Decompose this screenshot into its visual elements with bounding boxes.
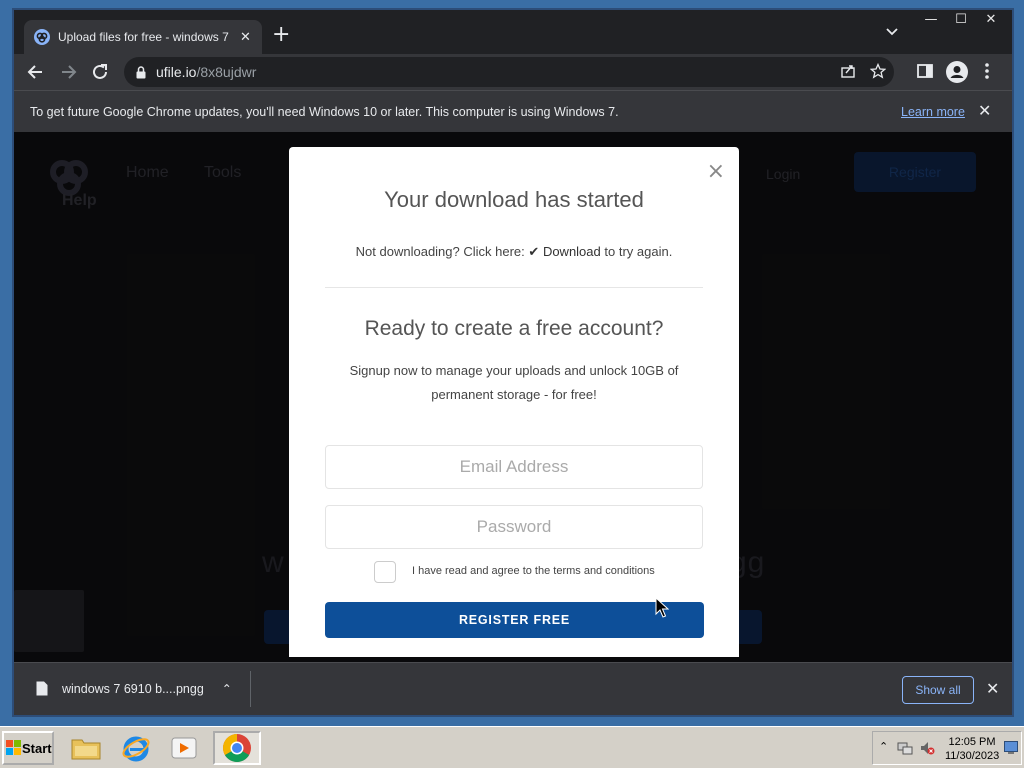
bookmark-star-icon[interactable] (870, 63, 886, 79)
reload-icon[interactable] (90, 62, 110, 82)
share-icon[interactable] (840, 63, 856, 79)
show-all-button[interactable]: Show all (902, 676, 974, 704)
downloads-close-icon[interactable]: ✕ (986, 679, 999, 698)
network-icon[interactable] (897, 740, 913, 756)
modal-close-icon[interactable]: × (707, 159, 725, 184)
chevron-up-icon[interactable]: ⌃ (222, 682, 232, 696)
downloads-bar: windows 7 6910 b....pngg ⌃ Show all ✕ (14, 662, 1012, 715)
infobar-message: To get future Google Chrome updates, you… (30, 104, 619, 119)
tab-close-icon[interactable]: ✕ (240, 30, 251, 45)
clock-time: 12:05 PM (948, 736, 996, 748)
signup-modal: × Your download has started Not download… (289, 147, 739, 657)
download-note: Not downloading? Click here: ✔ Download … (289, 244, 739, 260)
terms-checkbox[interactable] (374, 561, 396, 583)
url-path: /8x8ujdwr (196, 64, 257, 80)
taskbar-clock[interactable]: 12:05 PM 11/30/2023 (945, 735, 999, 763)
download-file-name: windows 7 6910 b....pngg (62, 681, 204, 696)
chrome-icon (223, 734, 251, 762)
browser-window: Upload files for free - windows 7 6910 b… (12, 8, 1014, 717)
more-menu-icon[interactable] (984, 62, 990, 80)
ie-taskbar-button[interactable] (116, 731, 156, 765)
chrome-taskbar-button[interactable] (213, 731, 261, 765)
show-hidden-icons-icon[interactable]: ⌃ (879, 740, 888, 753)
password-input[interactable] (325, 505, 703, 549)
forward-arrow-icon[interactable] (58, 62, 78, 82)
email-input[interactable] (325, 445, 703, 489)
tab-title: Upload files for free - windows 7 6910 b… (58, 30, 232, 44)
address-bar[interactable]: ufile.io/8x8ujdwr (124, 57, 894, 87)
show-desktop-icon[interactable] (1004, 741, 1018, 755)
maximize-icon[interactable]: ☐ (946, 12, 976, 30)
windows-taskbar: Start ⌃ 12:05 PM 11/30/2023 (0, 726, 1024, 768)
back-arrow-icon[interactable] (26, 62, 46, 82)
infobar-close-icon[interactable]: ✕ (978, 101, 991, 120)
side-panel-icon[interactable] (916, 62, 934, 80)
explorer-taskbar-button[interactable] (66, 731, 106, 765)
start-button[interactable]: Start (2, 731, 54, 765)
modal-description: Signup now to manage your uploads and un… (349, 363, 679, 402)
minimize-icon[interactable]: — (916, 12, 946, 30)
terms-label: I have read and agree to the terms and c… (412, 565, 655, 577)
tab-strip: Upload files for free - windows 7 6910 b… (14, 10, 1012, 54)
browser-toolbar: ufile.io/8x8ujdwr (14, 54, 1012, 90)
web-page: Help Home Tools Login Register w gg × Yo… (14, 132, 1012, 662)
lock-icon[interactable] (136, 65, 146, 79)
modal-divider (325, 287, 703, 288)
tab-search-chevron-icon[interactable] (886, 28, 898, 36)
download-item[interactable]: windows 7 6910 b....pngg ⌃ (36, 681, 232, 696)
update-infobar: To get future Google Chrome updates, you… (14, 90, 1012, 132)
downloads-separator (250, 671, 251, 707)
media-player-taskbar-button[interactable] (164, 731, 204, 765)
folder-icon (71, 739, 101, 760)
ufile-favicon-icon (34, 29, 50, 45)
download-note-prefix: Not downloading? Click here: (355, 244, 525, 259)
mouse-cursor-icon (655, 597, 669, 618)
check-icon: ✔ (528, 244, 540, 259)
address-bar-actions (840, 63, 886, 79)
modal-title: Your download has started (384, 187, 644, 212)
download-link[interactable]: ✔ Download (528, 244, 600, 259)
internet-explorer-icon (122, 736, 150, 762)
media-player-icon (171, 737, 197, 759)
browser-tab[interactable]: Upload files for free - windows 7 6910 b… (24, 20, 262, 54)
file-icon (36, 681, 48, 696)
volume-muted-icon[interactable] (919, 740, 935, 756)
register-free-button[interactable]: REGISTER FREE (325, 602, 704, 638)
close-window-icon[interactable]: ✕ (976, 12, 1006, 30)
download-link-label: Download (542, 244, 601, 259)
clock-date: 11/30/2023 (945, 750, 1000, 762)
windows-logo-icon (6, 740, 21, 755)
learn-more-link[interactable]: Learn more (901, 105, 965, 119)
modal-subtitle: Ready to create a free account? (364, 317, 664, 340)
profile-avatar-icon[interactable] (946, 61, 968, 83)
new-tab-icon[interactable]: + (272, 24, 290, 46)
url-host: ufile.io (156, 64, 197, 80)
start-label: Start (22, 740, 52, 756)
download-note-suffix: to try again. (604, 244, 673, 259)
window-controls: — ☐ ✕ (916, 12, 1006, 30)
system-tray: ⌃ 12:05 PM 11/30/2023 (872, 731, 1022, 765)
